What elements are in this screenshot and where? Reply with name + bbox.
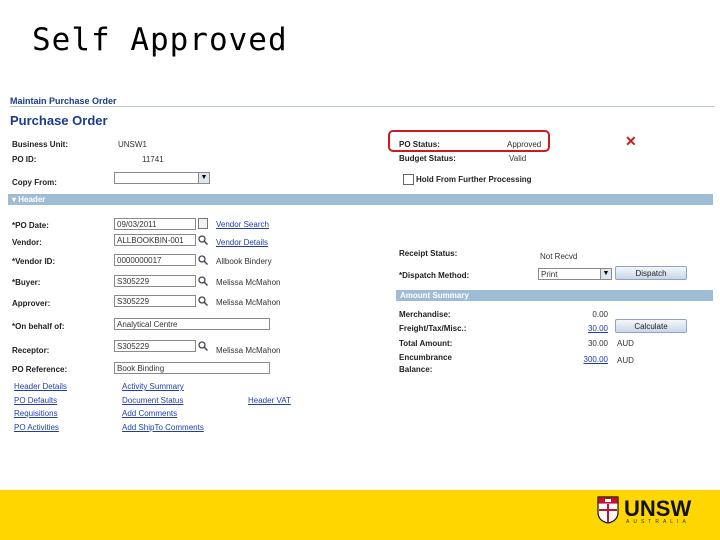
unsw-crest-icon bbox=[597, 496, 619, 524]
encumbrance-currency: AUD bbox=[617, 356, 634, 365]
vendor-name: Allbook Bindery bbox=[216, 257, 272, 266]
vendor-label: Vendor: bbox=[12, 238, 42, 247]
peoplesoft-screen: Maintain Purchase Order Purchase Order B… bbox=[8, 92, 715, 446]
po-defaults-link[interactable]: PO Defaults bbox=[14, 396, 57, 405]
buyer-name: Melissa McMahon bbox=[216, 278, 281, 287]
slide-title: Self Approved bbox=[32, 22, 288, 58]
page-title: Purchase Order bbox=[10, 113, 108, 128]
vendor-details-link[interactable]: Vendor Details bbox=[216, 238, 268, 247]
amount-summary-bar[interactable]: Amount Summary bbox=[396, 290, 713, 301]
budget-status-value: Valid bbox=[509, 154, 527, 163]
hold-label: Hold From Further Processing bbox=[416, 175, 532, 184]
lookup-icon[interactable] bbox=[198, 255, 208, 265]
lookup-icon[interactable] bbox=[198, 296, 208, 306]
buyer-label: *Buyer: bbox=[12, 278, 41, 287]
header-vat-link[interactable]: Header VAT bbox=[248, 396, 291, 405]
lookup-icon[interactable] bbox=[198, 276, 208, 286]
add-shipto-comments-link[interactable]: Add ShipTo Comments bbox=[122, 423, 204, 432]
on-behalf-label: *On behalf of: bbox=[12, 322, 65, 331]
po-activities-link[interactable]: PO Activities bbox=[14, 423, 59, 432]
hold-checkbox[interactable] bbox=[403, 174, 414, 185]
copy-from-label: Copy From: bbox=[12, 178, 57, 187]
total-currency: AUD bbox=[617, 339, 634, 348]
document-status-link[interactable]: Document Status bbox=[122, 396, 183, 405]
calculate-button[interactable]: Calculate bbox=[615, 319, 687, 333]
calendar-icon[interactable] bbox=[198, 218, 208, 229]
vendor-id-input[interactable]: 0000000017 bbox=[114, 254, 196, 266]
lookup-icon[interactable] bbox=[198, 235, 208, 245]
approver-name: Melissa McMahon bbox=[216, 298, 281, 307]
po-date-input[interactable]: 09/03/2011 bbox=[114, 218, 196, 230]
encumbrance-value-link[interactable]: 300.00 bbox=[568, 355, 608, 364]
po-reference-input[interactable]: Book Binding bbox=[114, 362, 270, 374]
receptor-name: Melissa McMahon bbox=[216, 346, 281, 355]
header-details-link[interactable]: Header Details bbox=[14, 382, 67, 391]
header-bar-label: Header bbox=[18, 195, 46, 204]
approver-input[interactable]: S305229 bbox=[114, 295, 196, 307]
lookup-icon[interactable] bbox=[198, 341, 208, 351]
chevron-down-icon[interactable]: ▼ bbox=[600, 268, 612, 280]
copy-from-select[interactable] bbox=[114, 172, 210, 184]
unsw-logo-subtext: AUSTRALIA bbox=[626, 519, 690, 525]
header-section-bar[interactable]: ▾ Header bbox=[8, 194, 713, 205]
chevron-down-icon[interactable]: ▼ bbox=[198, 172, 210, 184]
po-id-value: 11741 bbox=[142, 155, 164, 164]
receptor-label: Receptor: bbox=[12, 346, 50, 355]
status-highlight-box bbox=[388, 130, 550, 152]
activity-summary-link[interactable]: Activity Summary bbox=[122, 382, 184, 391]
buyer-input[interactable]: S305229 bbox=[114, 275, 196, 287]
receipt-status-label: Receipt Status: bbox=[399, 249, 458, 258]
receptor-input[interactable]: S305229 bbox=[114, 340, 196, 352]
freight-label: Freight/Tax/Misc.: bbox=[399, 324, 467, 333]
close-icon[interactable]: ✕ bbox=[625, 133, 637, 150]
receipt-status-value: Not Recvd bbox=[540, 252, 578, 261]
total-amount-label: Total Amount: bbox=[399, 339, 453, 348]
total-amount-value: 30.00 bbox=[587, 339, 608, 348]
dispatch-button[interactable]: Dispatch bbox=[615, 266, 687, 280]
merchandise-label: Merchandise: bbox=[399, 310, 451, 319]
breadcrumb[interactable]: Maintain Purchase Order bbox=[10, 96, 117, 106]
business-unit-value: UNSW1 bbox=[118, 140, 147, 149]
po-id-label: PO ID: bbox=[12, 155, 37, 164]
approver-label: Approver: bbox=[12, 299, 51, 308]
encumbrance-label: Encumbrance Balance: bbox=[399, 353, 452, 374]
vendor-search-link[interactable]: Vendor Search bbox=[216, 220, 269, 229]
vendor-id-label: *Vendor ID: bbox=[12, 257, 56, 266]
divider bbox=[10, 106, 715, 107]
po-reference-label: PO Reference: bbox=[12, 365, 68, 374]
freight-value-link[interactable]: 30.00 bbox=[568, 324, 608, 333]
budget-status-label: Budget Status: bbox=[399, 154, 456, 163]
on-behalf-input[interactable]: Analytical Centre bbox=[114, 318, 270, 330]
add-comments-link[interactable]: Add Comments bbox=[122, 409, 177, 418]
merchandise-value: 0.00 bbox=[592, 310, 608, 319]
requisitions-link[interactable]: Requisitions bbox=[14, 409, 58, 418]
vendor-input[interactable]: ALLBOOKBIN-001 bbox=[114, 234, 196, 246]
dispatch-method-label: *Dispatch Method: bbox=[399, 271, 470, 280]
po-date-label: *PO Date: bbox=[12, 221, 49, 230]
business-unit-label: Business Unit: bbox=[12, 140, 69, 149]
